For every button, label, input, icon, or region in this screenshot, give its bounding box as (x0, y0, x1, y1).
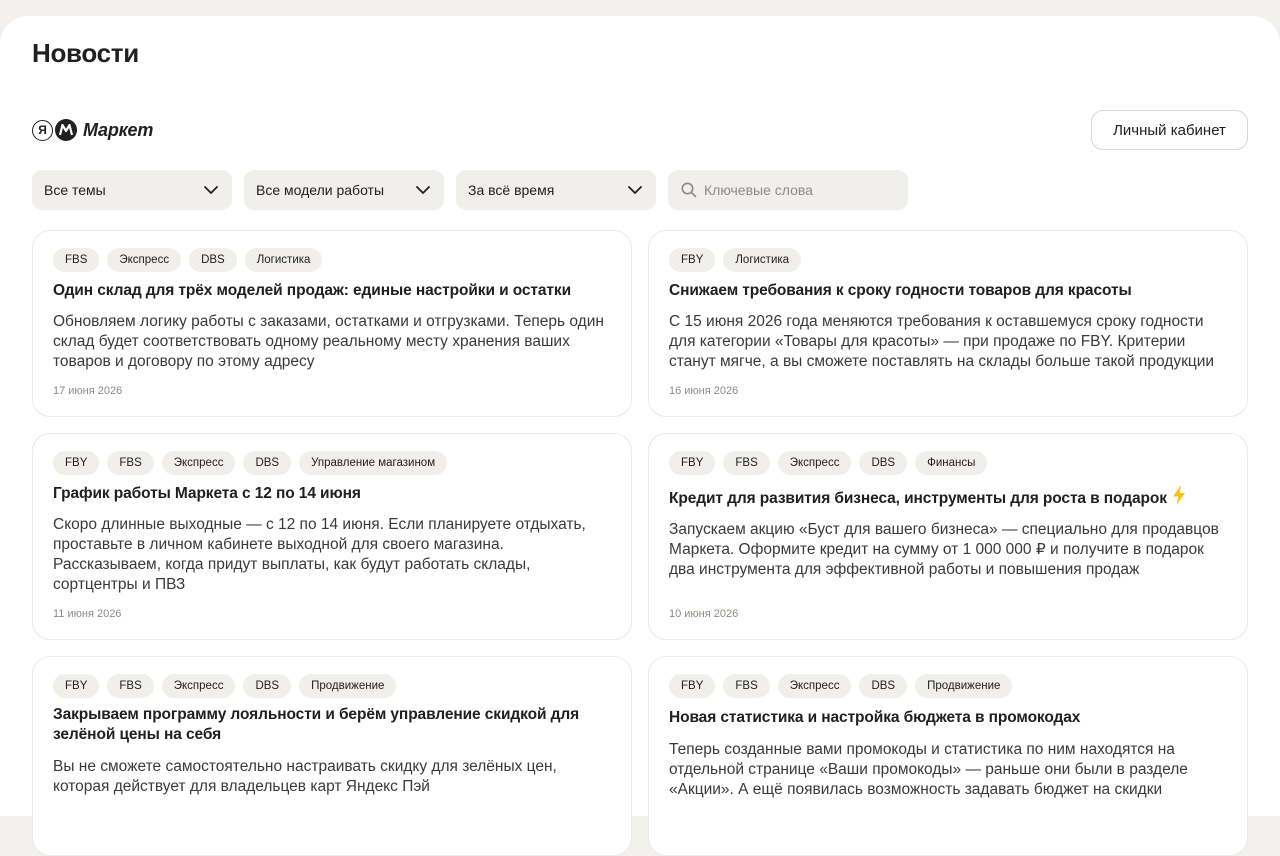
models-filter-value: Все модели работы (256, 182, 385, 198)
news-card[interactable]: FBY FBS Экспресс DBS Управление магазино… (32, 433, 632, 640)
tag-list: FBY FBS Экспресс DBS Финансы (669, 451, 1227, 475)
news-date: 11 июня 2026 (53, 608, 122, 620)
content-panel: Новости Я Маркет Личный кабинет Все темы… (0, 16, 1280, 856)
tag-chip[interactable]: FBS (53, 248, 100, 272)
market-logo-icon (55, 119, 77, 141)
news-title[interactable]: График работы Маркета с 12 по 14 июня (53, 484, 611, 504)
keywords-search[interactable] (668, 170, 908, 210)
news-summary: Вы не сможете самостоятельно настраивать… (53, 758, 557, 795)
chevron-down-icon (204, 186, 218, 194)
topics-filter-select[interactable]: Все темы (32, 170, 232, 210)
tag-chip[interactable]: FBY (53, 674, 100, 698)
page-title: Новости (32, 38, 139, 68)
news-title[interactable]: Кредит для развития бизнеса, инструменты… (669, 490, 1167, 507)
tag-chip[interactable]: Экспресс (777, 674, 852, 698)
market-logo[interactable]: Я Маркет (32, 119, 153, 141)
tag-list: FBY FBS Экспресс DBS Управление магазино… (53, 451, 611, 475)
tag-list: FBY FBS Экспресс DBS Продвижение (53, 674, 611, 698)
tag-chip[interactable]: DBS (243, 674, 292, 698)
period-filter-value: За всё время (468, 182, 555, 198)
tag-chip[interactable]: Финансы (915, 451, 988, 475)
news-card[interactable]: FBY FBS Экспресс DBS Финансы Кредит для … (648, 433, 1248, 640)
models-filter-select[interactable]: Все модели работы (244, 170, 444, 210)
tag-chip[interactable]: Экспресс (161, 451, 236, 475)
tag-list: FBY Логистика (669, 248, 1227, 272)
chevron-down-icon (416, 186, 430, 194)
news-summary: Теперь созданные вами промокоды и статис… (669, 741, 1188, 798)
tag-chip[interactable]: DBS (189, 248, 237, 272)
tag-chip[interactable]: DBS (859, 451, 908, 475)
chevron-down-icon (628, 186, 642, 194)
news-date: 16 июня 2026 (669, 385, 739, 397)
news-card[interactable]: FBY FBS Экспресс DBS Продвижение Новая с… (648, 656, 1248, 856)
tag-chip[interactable]: FBS (107, 451, 154, 475)
search-icon (681, 182, 697, 198)
tag-chip[interactable]: FBY (669, 674, 716, 698)
tag-chip[interactable]: DBS (243, 451, 292, 475)
tag-chip[interactable]: FBS (723, 451, 770, 475)
topics-filter-value: Все темы (44, 182, 106, 198)
news-card[interactable]: FBS Экспресс DBS Логистика Один склад дл… (32, 230, 632, 417)
tag-chip[interactable]: Логистика (244, 248, 323, 272)
keywords-input[interactable] (704, 182, 894, 198)
news-summary: Запускаем акцию «Буст для вашего бизнеса… (669, 521, 1219, 578)
news-summary: Обновляем логику работы с заказами, оста… (53, 313, 604, 370)
news-summary: Скоро длинные выходные — с 12 по 14 июня… (53, 516, 586, 593)
news-title[interactable]: Один склад для трёх моделей продаж: един… (53, 281, 611, 301)
tag-chip[interactable]: FBY (53, 451, 100, 475)
tag-chip[interactable]: Продвижение (299, 674, 397, 698)
tag-chip[interactable]: Экспресс (107, 248, 182, 272)
tag-list: FBS Экспресс DBS Логистика (53, 248, 611, 272)
personal-cabinet-button[interactable]: Личный кабинет (1091, 110, 1248, 150)
period-filter-select[interactable]: За всё время (456, 170, 656, 210)
news-card[interactable]: FBY Логистика Снижаем требования к сроку… (648, 230, 1248, 417)
lightning-icon (1172, 485, 1185, 505)
news-card[interactable]: FBY FBS Экспресс DBS Продвижение Закрыва… (32, 656, 632, 856)
tag-chip[interactable]: FBS (107, 674, 154, 698)
tag-list: FBY FBS Экспресс DBS Продвижение (669, 674, 1227, 698)
news-title[interactable]: Закрываем программу лояльности и берём у… (53, 705, 611, 745)
tag-chip[interactable]: FBY (669, 248, 716, 272)
news-date: 17 июня 2026 (53, 385, 123, 397)
tag-chip[interactable]: FBS (723, 674, 770, 698)
news-summary: С 15 июня 2026 года меняются требования … (669, 313, 1215, 370)
news-date: 10 июня 2026 (669, 608, 739, 620)
tag-chip[interactable]: Продвижение (915, 674, 1013, 698)
tag-chip[interactable]: Экспресс (161, 674, 236, 698)
tag-chip[interactable]: Логистика (723, 248, 802, 272)
tag-chip[interactable]: Экспресс (777, 451, 852, 475)
yandex-logo-icon: Я (32, 119, 53, 141)
news-title[interactable]: Новая статистика и настройка бюджета в п… (669, 708, 1227, 728)
tag-chip[interactable]: Управление магазином (299, 451, 448, 475)
tag-chip[interactable]: DBS (859, 674, 908, 698)
news-title[interactable]: Снижаем требования к сроку годности това… (669, 281, 1227, 301)
market-logo-text: Маркет (83, 119, 154, 140)
news-title-row[interactable]: Кредит для развития бизнеса, инструменты… (669, 484, 1227, 509)
tag-chip[interactable]: FBY (669, 451, 716, 475)
